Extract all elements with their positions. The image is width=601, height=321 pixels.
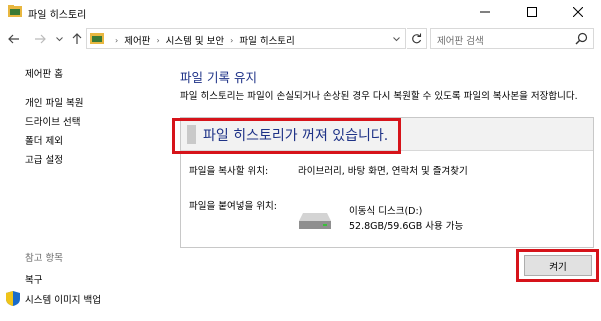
title-bar: 파일 히스토리 xyxy=(0,0,601,24)
address-dropdown-button[interactable] xyxy=(390,32,402,46)
page-title: 파일 기록 유지 xyxy=(180,70,257,85)
chevron-down-icon xyxy=(55,36,63,41)
sidebar-item-advanced-settings[interactable]: 고급 설정 xyxy=(25,152,63,166)
refresh-icon xyxy=(412,33,422,44)
page-description: 파일 히스토리는 파일이 손실되거나 손상된 경우 다시 복원할 수 있도록 파… xyxy=(180,91,578,102)
status-indicator-icon xyxy=(187,125,196,144)
turn-on-button[interactable]: 켜기 xyxy=(524,255,592,276)
copy-from-value: 라이브러리, 바탕 화면, 연락처 및 즐겨찾기 xyxy=(298,166,468,177)
search-box[interactable]: 제어판 검색 xyxy=(430,28,594,49)
forward-arrow-icon xyxy=(35,34,46,44)
breadcrumb-system-security[interactable]: 시스템 및 보안 xyxy=(166,33,224,47)
maximize-icon xyxy=(527,7,537,17)
address-bar[interactable]: › 제어판 › 시스템 및 보안 › 파일 히스토리 xyxy=(86,28,406,49)
breadcrumb: › 제어판 › 시스템 및 보안 › 파일 히스토리 xyxy=(109,33,295,48)
breadcrumb-control-panel[interactable]: 제어판 xyxy=(124,33,150,47)
close-button[interactable] xyxy=(555,0,601,24)
file-history-icon xyxy=(8,5,22,17)
status-header: 파일 히스토리가 꺼져 있습니다. xyxy=(181,118,593,151)
copy-from-label: 파일을 복사할 위치: xyxy=(189,166,269,177)
sidebar-item-select-drive[interactable]: 드라이브 선택 xyxy=(25,114,80,128)
drive-name: 이동식 디스크(D:) xyxy=(349,206,423,217)
search-placeholder: 제어판 검색 xyxy=(437,36,484,47)
status-text: 파일 히스토리가 꺼져 있습니다. xyxy=(203,128,389,144)
back-arrow-icon xyxy=(8,34,19,44)
minimize-icon xyxy=(480,11,490,13)
shield-icon xyxy=(6,291,20,306)
see-also-heading: 참고 항목 xyxy=(25,253,63,264)
back-button[interactable] xyxy=(7,32,21,46)
search-icon[interactable] xyxy=(575,32,588,45)
breadcrumb-separator-icon: › xyxy=(230,35,234,45)
copy-to-label: 파일을 붙여넣을 위치: xyxy=(189,201,277,212)
chevron-down-icon xyxy=(392,36,400,41)
recent-locations-button[interactable] xyxy=(52,32,66,46)
drive-free-space: 52.8GB/59.6GB 사용 가능 xyxy=(349,221,464,232)
sidebar-item-control-panel-home[interactable]: 제어판 홈 xyxy=(25,66,63,80)
refresh-button[interactable] xyxy=(407,28,427,49)
navigation-bar: › 제어판 › 시스템 및 보안 › 파일 히스토리 제어판 검색 xyxy=(0,24,601,54)
minimize-button[interactable] xyxy=(462,0,508,24)
close-icon xyxy=(573,7,583,17)
see-also-recovery-link[interactable]: 복구 xyxy=(25,272,42,286)
maximize-button[interactable] xyxy=(509,0,555,24)
see-also-system-image-backup-link[interactable]: 시스템 이미지 백업 xyxy=(25,292,101,306)
sidebar-item-restore-files[interactable]: 개인 파일 복원 xyxy=(25,95,83,109)
up-button[interactable] xyxy=(70,32,84,46)
forward-button[interactable] xyxy=(33,32,47,46)
drive-icon xyxy=(299,213,331,229)
breadcrumb-separator-icon: › xyxy=(115,35,119,45)
up-arrow-icon xyxy=(72,33,82,44)
file-history-status-panel: 파일 히스토리가 꺼져 있습니다. 파일을 복사할 위치: 라이브러리, 바탕 … xyxy=(180,117,594,248)
control-panel-icon xyxy=(90,33,104,44)
breadcrumb-file-history[interactable]: 파일 히스토리 xyxy=(239,33,294,47)
window-title: 파일 히스토리 xyxy=(28,10,87,21)
sidebar-item-exclude-folders[interactable]: 폴더 제외 xyxy=(25,133,63,147)
breadcrumb-separator-icon: › xyxy=(156,35,160,45)
